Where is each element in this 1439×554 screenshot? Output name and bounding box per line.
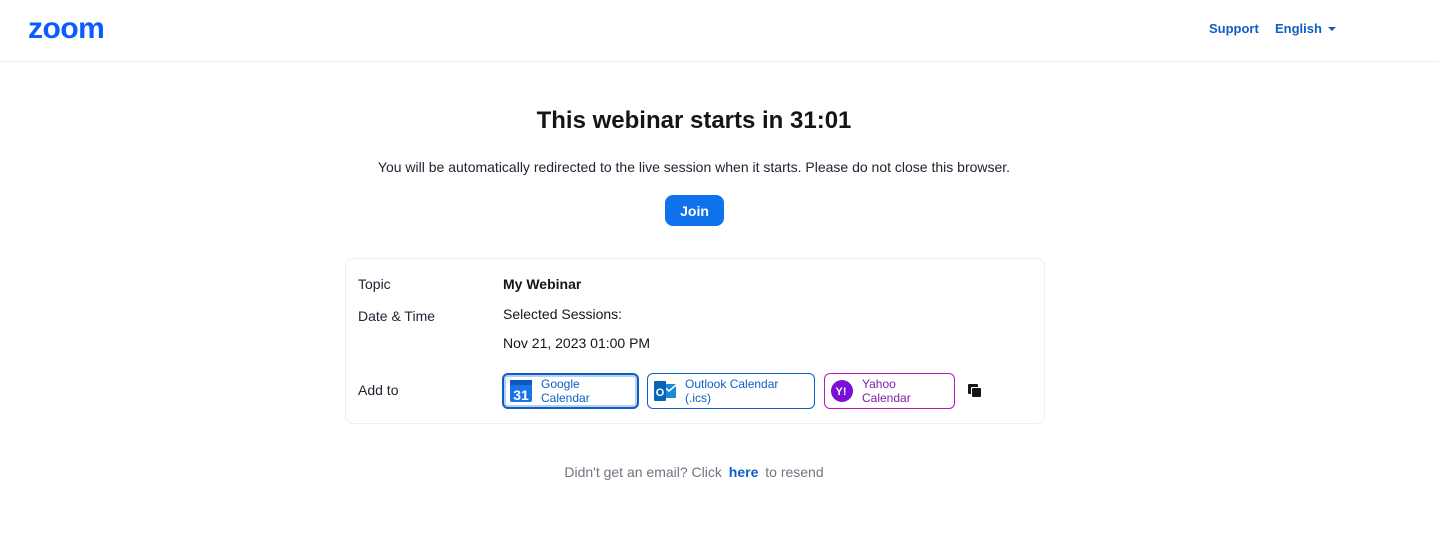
outlook-calendar-button[interactable]: O Outlook Calendar (.ics) <box>647 373 815 409</box>
google-calendar-icon: 31 <box>510 380 532 403</box>
session-datetime: Nov 21, 2023 01:00 PM <box>503 335 651 351</box>
webinar-details-card: Topic My Webinar Date & Time Selected Se… <box>345 258 1045 424</box>
topic-label: Topic <box>358 276 391 292</box>
yahoo-calendar-button[interactable]: Y! Yahoo Calendar <box>824 373 955 409</box>
outlook-icon: O <box>654 381 677 401</box>
page-title: This webinar starts in 31:01 <box>536 107 852 134</box>
svg-text:31: 31 <box>513 387 529 403</box>
svg-text:zoom: zoom <box>28 14 104 42</box>
google-calendar-button[interactable]: 31 Google Calendar <box>502 373 639 409</box>
top-header: zoom Support English <box>0 0 1439 62</box>
svg-text:O: O <box>656 387 665 399</box>
topic-value: My Webinar <box>503 276 582 292</box>
language-selector[interactable]: English <box>1275 21 1336 37</box>
join-button[interactable]: Join <box>665 195 724 226</box>
copy-icon[interactable] <box>967 383 983 399</box>
resend-prefix: Didn't get an email? Click <box>564 464 722 480</box>
sessions-label: Selected Sessions: <box>503 306 623 322</box>
svg-text:Y!: Y! <box>836 386 847 398</box>
redirect-notice: You will be automatically redirected to … <box>377 159 1011 175</box>
language-label: English <box>1275 21 1322 36</box>
resend-suffix: to resend <box>765 464 824 480</box>
yahoo-calendar-label: Yahoo Calendar <box>862 377 911 405</box>
caret-down-icon <box>1327 27 1336 31</box>
datetime-label: Date & Time <box>358 308 436 324</box>
add-to-label: Add to <box>358 382 399 398</box>
resend-link[interactable]: here <box>729 464 759 480</box>
zoom-logo[interactable]: zoom <box>28 14 140 42</box>
google-calendar-label: Google Calendar <box>541 377 590 405</box>
support-link[interactable]: Support <box>1209 21 1259 37</box>
outlook-calendar-label: Outlook Calendar (.ics) <box>685 377 779 405</box>
resend-email-notice: Didn't get an email? Click here to resen… <box>0 464 1388 481</box>
yahoo-icon: Y! <box>831 380 853 402</box>
